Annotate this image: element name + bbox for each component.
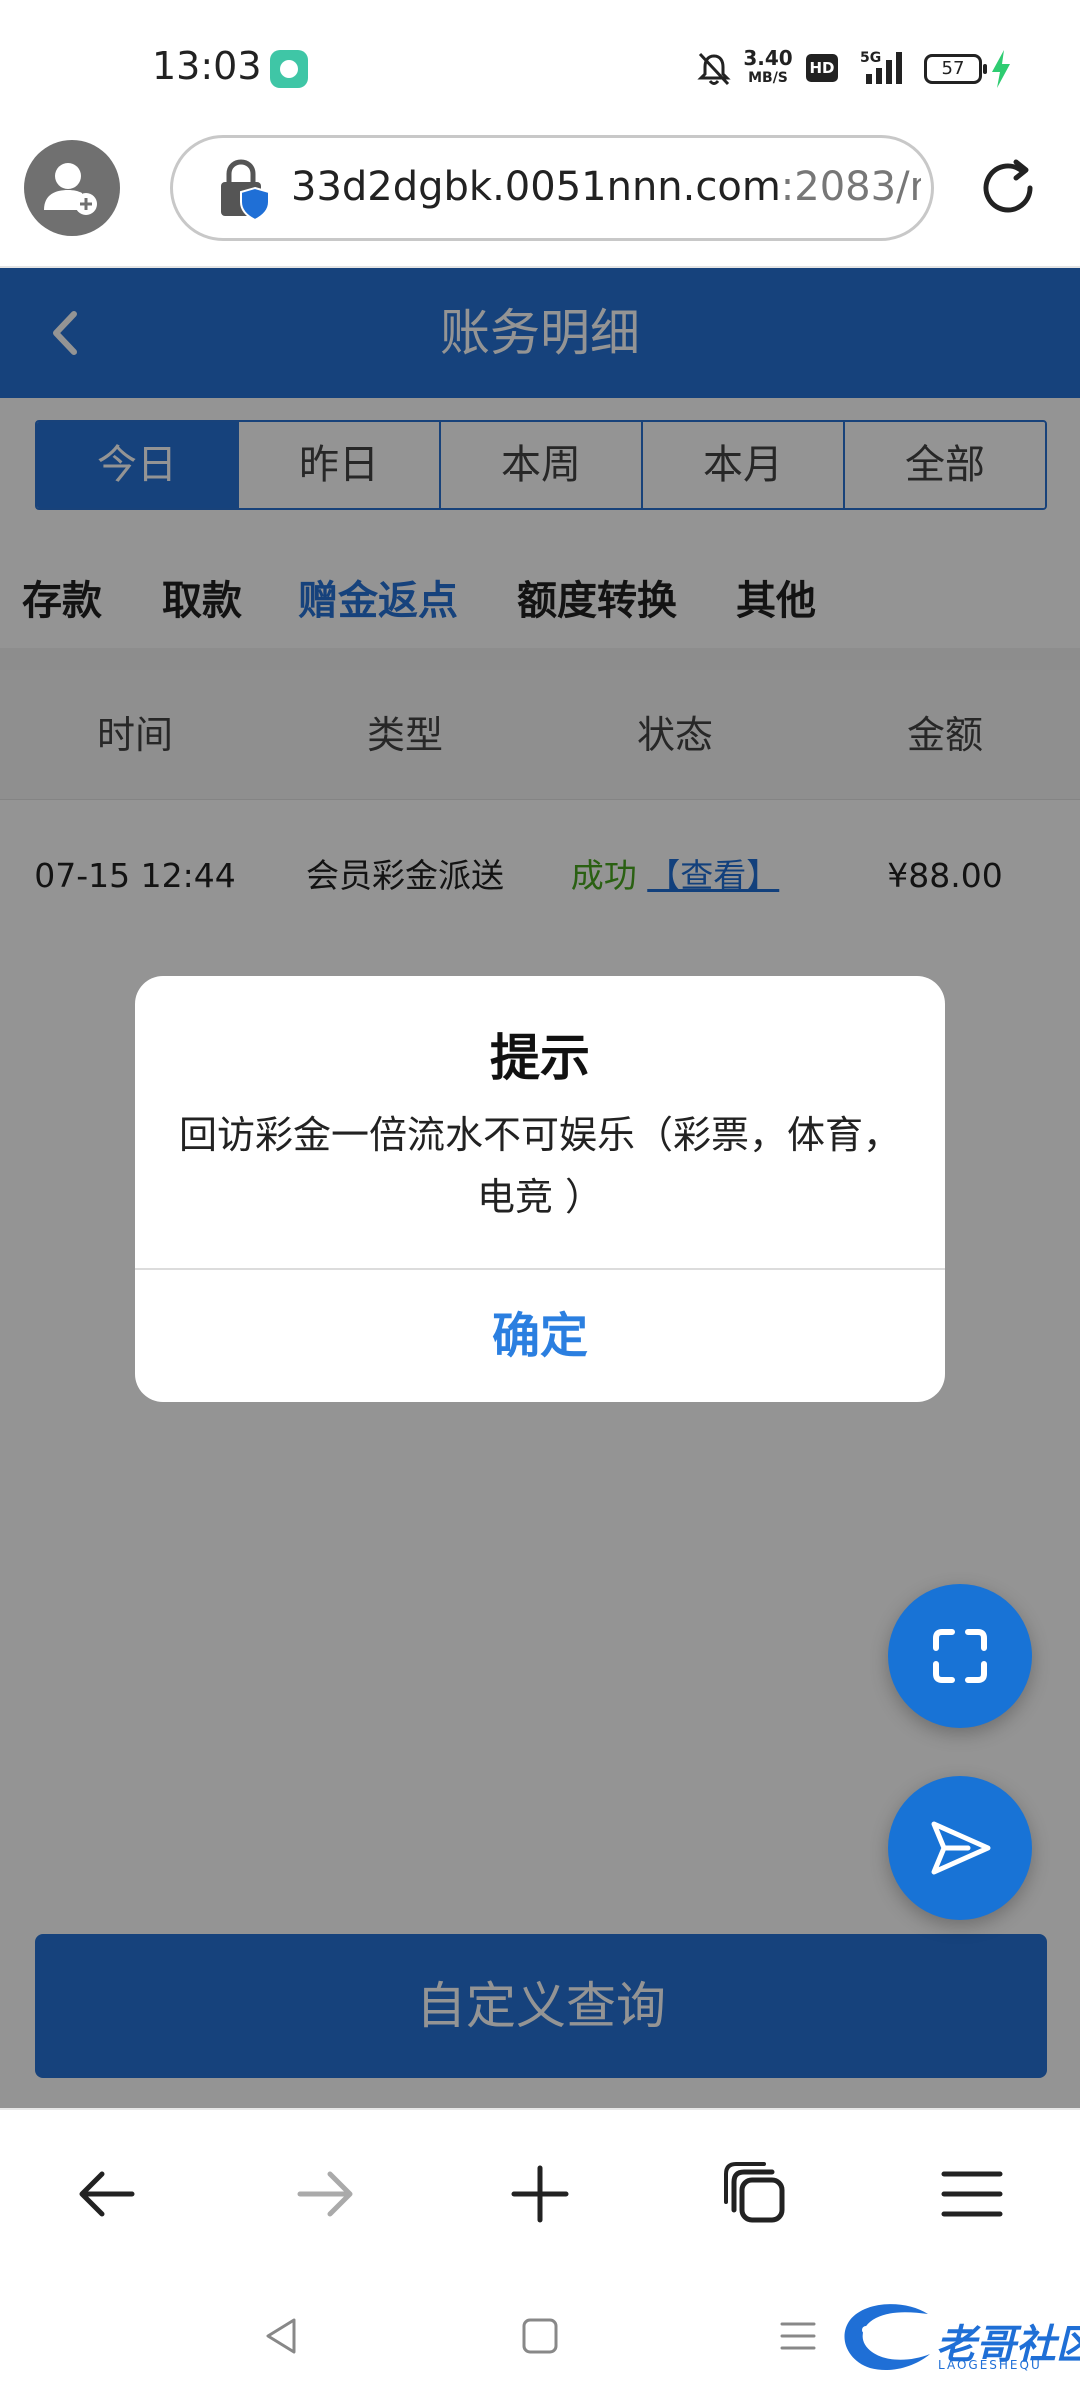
app-notification-icon	[270, 50, 308, 88]
charging-bolt-icon	[992, 50, 1010, 88]
dragon-logo-icon	[844, 2304, 930, 2371]
dialog-message: 回访彩金一倍流水不可娱乐（彩票，体育，电竞 ）	[178, 1113, 901, 1219]
nav-home-icon[interactable]	[516, 2312, 564, 2360]
add-profile-icon	[44, 163, 97, 215]
screenshot-frame-icon	[933, 1629, 987, 1683]
browser-address-bar: 33d2dgbk.0051nnn.com:2083/m,	[0, 130, 1080, 268]
net-speed: 3.40 MB/S	[743, 46, 793, 86]
url-text: 33d2dgbk.0051nnn.com:2083/m,	[291, 164, 921, 210]
plus-icon[interactable]	[502, 2156, 578, 2232]
nav-recents-icon[interactable]	[774, 2312, 822, 2360]
screenshot-fab[interactable]	[888, 1584, 1032, 1728]
browser-toolbar	[0, 2108, 1080, 2276]
menu-icon[interactable]	[934, 2156, 1010, 2232]
status-time: 13:03	[152, 44, 262, 88]
arrow-left-icon[interactable]	[70, 2156, 146, 2232]
lock-shield-icon	[221, 159, 270, 222]
hd-badge: HD	[806, 54, 838, 82]
profile-button[interactable]	[24, 140, 120, 236]
tabs-icon[interactable]	[718, 2156, 794, 2232]
nav-back-icon[interactable]	[258, 2312, 306, 2360]
status-bar: 13:03 3.40 MB/S HD 5G 57	[0, 0, 1080, 130]
bell-muted-icon	[697, 52, 731, 86]
dialog-title: 提示	[490, 1029, 590, 1087]
network-label: 5G	[860, 50, 881, 66]
watermark-subtext: LAOGESHEQU	[938, 2358, 1042, 2372]
send-fab[interactable]	[888, 1776, 1032, 1920]
reload-icon[interactable]	[974, 154, 1042, 222]
signal-5g-icon: 5G	[860, 50, 902, 84]
url-bar[interactable]: 33d2dgbk.0051nnn.com:2083/m,	[170, 135, 934, 241]
system-nav-bar: 老哥社区 LAOGESHEQU	[0, 2276, 1080, 2400]
arrow-right-icon[interactable]	[286, 2156, 362, 2232]
confirm-button[interactable]: 确定	[135, 1270, 945, 1402]
watermark-logo: 老哥社区 LAOGESHEQU	[836, 2296, 1080, 2380]
send-icon	[931, 1821, 991, 1875]
battery-icon: 57	[924, 54, 987, 84]
alert-dialog: 提示 回访彩金一倍流水不可娱乐（彩票，体育，电竞 ） 确定	[135, 976, 945, 1402]
